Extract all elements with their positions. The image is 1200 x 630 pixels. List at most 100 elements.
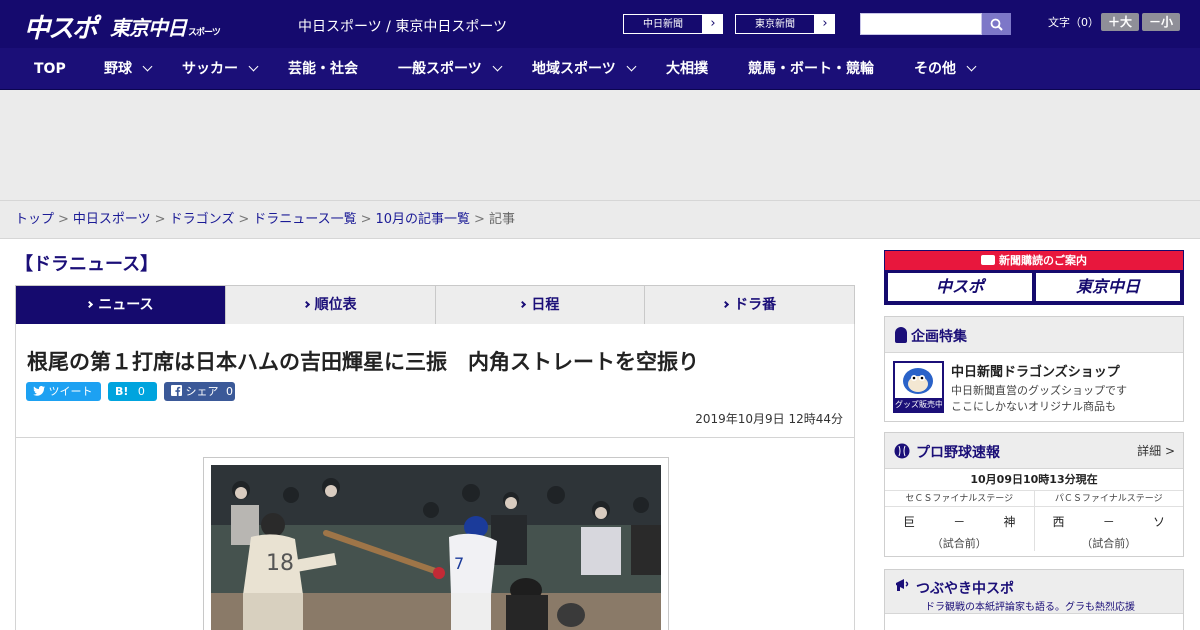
article-photo-section: 18 7 bbox=[15, 438, 855, 630]
tab-standings[interactable]: 順位表 bbox=[224, 286, 435, 324]
chevron-right-icon bbox=[722, 300, 730, 309]
hatena-bookmark-button[interactable]: B! 0 bbox=[108, 382, 157, 401]
facebook-icon bbox=[171, 385, 182, 396]
tweets-panel-header: つぶやき中スポ ドラ観戦の本紙評論家も語る。グラも熱烈応援 bbox=[885, 570, 1183, 614]
search-icon bbox=[990, 18, 1003, 31]
facebook-count: 0 bbox=[226, 385, 233, 398]
pacific-league-game[interactable]: パＣＳファイナルステージ 西 － ソ （試合前） bbox=[1033, 491, 1183, 551]
article-header: 根尾の第１打席は日本ハムの吉田輝星に三振 内角ストレートを空振り ツイート B!… bbox=[15, 324, 855, 438]
main-nav: TOP 野球 サッカー 芸能・社会 一般スポーツ 地域スポーツ 大相撲 競馬・ボ… bbox=[0, 48, 1200, 90]
hatena-icon: B! bbox=[115, 385, 129, 398]
ribbon-icon bbox=[895, 327, 907, 343]
subscription-logos: 中スポ 東京中日 bbox=[885, 270, 1183, 304]
feature-item-title: 中日新聞ドラゴンズショップ bbox=[951, 365, 1120, 380]
chunichi-shimbun-label: 中日新聞 bbox=[623, 14, 703, 34]
home-team: 巨 bbox=[903, 515, 916, 529]
feature-item[interactable]: グッズ販売中 中日新聞ドラゴンズショップ 中日新聞直営のグッズショップです ここ… bbox=[893, 361, 1178, 417]
svg-text:18: 18 bbox=[266, 551, 294, 576]
chevron-down-icon bbox=[626, 61, 637, 72]
tab-label: 日程 bbox=[531, 297, 560, 313]
score-separator: － bbox=[1102, 515, 1115, 529]
nav-label: 大相撲 bbox=[666, 61, 708, 77]
nav-label: 地域スポーツ bbox=[532, 61, 616, 77]
site-label: 中日スポーツ / 東京中日スポーツ bbox=[298, 19, 508, 35]
photo-frame: 18 7 bbox=[203, 457, 669, 630]
chevron-right-icon bbox=[519, 300, 527, 309]
nav-local-sports[interactable]: 地域スポーツ bbox=[532, 48, 637, 90]
scores-panel-header: プロ野球速報 詳細 > bbox=[885, 433, 1183, 469]
tweets-panel-subtitle: ドラ観戦の本紙評論家も語る。グラも熱烈応援 bbox=[925, 602, 1135, 613]
breadcrumb-separator: > bbox=[58, 212, 69, 227]
chunichi-shimbun-link[interactable]: 中日新聞 › bbox=[622, 13, 724, 35]
tab-label: ドラ番 bbox=[734, 297, 777, 313]
baseball-batter-photo: 18 7 bbox=[211, 465, 661, 630]
font-smaller-button[interactable]: －小 bbox=[1142, 13, 1180, 31]
feature-panel: 企画特集 グッズ販売中 中日新聞ドラゴンズショップ 中日新聞直営のグッズショップ… bbox=[884, 316, 1184, 422]
dragons-mascot-icon bbox=[903, 368, 933, 394]
article-date: 2019年10月9日 12時44分 bbox=[695, 412, 843, 426]
tab-news[interactable]: ニュース bbox=[16, 286, 225, 332]
nav-soccer[interactable]: サッカー bbox=[182, 48, 259, 90]
tweets-panel-title: つぶやき中スポ bbox=[916, 581, 1014, 597]
breadcrumb-separator: > bbox=[474, 212, 485, 227]
chuspo-logo[interactable]: 中スポ bbox=[24, 8, 98, 45]
tweet-button[interactable]: ツイート bbox=[26, 382, 101, 401]
nav-label: 芸能・社会 bbox=[288, 61, 358, 77]
tokyo-chunichi-logo[interactable]: 東京中日 スポーツ bbox=[110, 12, 221, 41]
font-size-label: 文字（0） bbox=[1048, 16, 1099, 29]
breadcrumb-separator: > bbox=[360, 212, 372, 227]
feature-panel-title: 企画特集 bbox=[911, 329, 967, 345]
search-button[interactable] bbox=[982, 13, 1011, 35]
hatena-count: 0 bbox=[137, 385, 145, 398]
breadcrumb-october-list[interactable]: 10月の記事一覧 bbox=[376, 212, 471, 227]
nav-label: サッカー bbox=[182, 61, 238, 77]
chevron-right-icon bbox=[86, 300, 94, 309]
breadcrumb-top[interactable]: トップ bbox=[15, 212, 54, 227]
breadcrumb-separator: > bbox=[154, 212, 166, 227]
nav-general-sports[interactable]: 一般スポーツ bbox=[398, 48, 503, 90]
megaphone-icon bbox=[896, 579, 909, 591]
tab-dora-ban[interactable]: ドラ番 bbox=[644, 286, 854, 324]
nav-entertainment[interactable]: 芸能・社会 bbox=[288, 48, 358, 90]
chevron-down-icon bbox=[142, 61, 153, 72]
breadcrumb-current: 記事 bbox=[488, 212, 515, 227]
nav-label: TOP bbox=[34, 61, 66, 77]
nav-sumo[interactable]: 大相撲 bbox=[666, 48, 708, 90]
feature-item-desc-1: 中日新聞直営のグッズショップです bbox=[951, 384, 1127, 397]
chevron-down-icon bbox=[966, 61, 977, 72]
breadcrumb: トップ > 中日スポーツ > ドラゴンズ > ドラニュース一覧 >10月の記事一覧 > 記事 bbox=[0, 200, 1200, 239]
search-input[interactable] bbox=[860, 13, 982, 35]
nav-baseball[interactable]: 野球 bbox=[104, 48, 153, 90]
section-title: 【ドラニュース】 bbox=[15, 254, 159, 275]
central-league-game[interactable]: セＣＳファイナルステージ 巨 － 神 （試合前） bbox=[885, 491, 1034, 551]
subscription-label: 新聞購読のご案内 bbox=[999, 254, 1087, 267]
chevron-down-icon bbox=[492, 61, 503, 72]
nav-other[interactable]: その他 bbox=[914, 48, 977, 90]
breadcrumb-chunichi-sports[interactable]: 中日スポーツ bbox=[73, 212, 151, 227]
article-headline: 根尾の第１打席は日本ハムの吉田輝星に三振 内角ストレートを空振り bbox=[27, 350, 699, 374]
ad-banner-area bbox=[0, 90, 1200, 200]
breadcrumb-dragons[interactable]: ドラゴンズ bbox=[170, 212, 235, 227]
font-larger-button[interactable]: ＋大 bbox=[1101, 13, 1139, 31]
breadcrumb-dora-news-list[interactable]: ドラニュース一覧 bbox=[253, 212, 356, 227]
subscription-chuspo-logo[interactable]: 中スポ bbox=[888, 273, 1032, 301]
nav-racing[interactable]: 競馬・ボート・競輪 bbox=[748, 48, 874, 90]
feature-panel-header: 企画特集 bbox=[885, 317, 1183, 353]
tokyo-shimbun-link[interactable]: 東京新聞 › bbox=[734, 13, 836, 35]
tab-label: 順位表 bbox=[314, 297, 357, 313]
nav-label: その他 bbox=[914, 61, 956, 77]
chevron-right-icon: › bbox=[822, 16, 828, 31]
nav-top[interactable]: TOP bbox=[34, 48, 66, 90]
chevron-down-icon bbox=[248, 61, 259, 72]
game-stage: パＣＳファイナルステージ bbox=[1034, 491, 1183, 507]
game-status: （試合前） bbox=[931, 537, 987, 550]
article-photo[interactable]: 18 7 bbox=[211, 465, 661, 630]
facebook-share-button[interactable]: シェア 0 bbox=[164, 382, 235, 401]
subscription-box[interactable]: 新聞購読のご案内 中スポ 東京中日 bbox=[884, 250, 1184, 305]
breadcrumb-separator: > bbox=[238, 212, 250, 227]
tab-schedule[interactable]: 日程 bbox=[434, 286, 645, 324]
subscription-header: 新聞購読のご案内 bbox=[885, 251, 1183, 270]
scores-detail-link[interactable]: 詳細 > bbox=[1137, 442, 1175, 459]
subscription-tokyo-logo[interactable]: 東京中日 bbox=[1036, 273, 1180, 301]
dragons-shop-thumbnail: グッズ販売中 bbox=[893, 361, 944, 413]
